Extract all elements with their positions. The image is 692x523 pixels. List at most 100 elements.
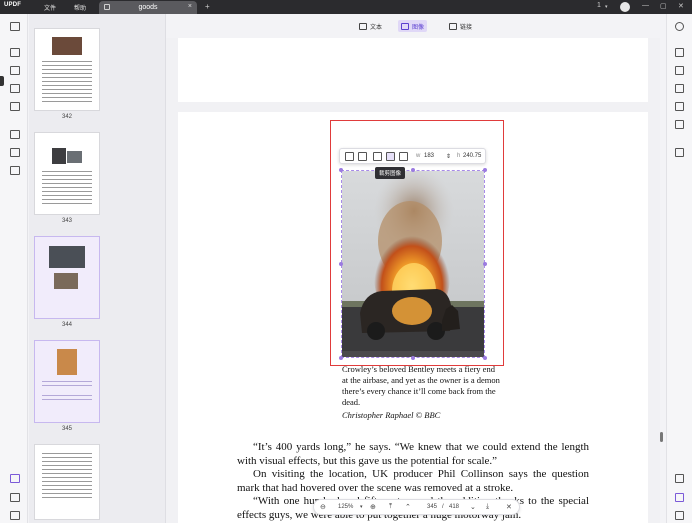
right-tool-rail: [666, 14, 692, 523]
thumbnail-page-342[interactable]: [34, 28, 100, 111]
ai-assistant-icon[interactable]: [10, 474, 20, 483]
thumbnail-page-343[interactable]: [34, 132, 100, 215]
add-image-button[interactable]: 图像: [398, 20, 428, 32]
text-label: 文本: [370, 24, 383, 31]
image-caption[interactable]: Crowley’s beloved Bentley meets a fiery …: [342, 364, 502, 408]
link-label: 链接: [460, 24, 473, 31]
minimize-icon[interactable]: —: [642, 2, 649, 9]
thumb-image: [52, 148, 66, 164]
title-bar: UPDF 文件 帮助 goods × + 1 ▾ — ▢ ✕: [0, 0, 692, 14]
next-page-icon[interactable]: ⌄: [470, 503, 476, 511]
image-toolbar: w 183 ⇕ h 240.75: [339, 148, 486, 164]
thumbnail-page-345[interactable]: [34, 340, 100, 423]
bookmark-icon[interactable]: [10, 493, 20, 502]
scrollbar-thumb[interactable]: [660, 432, 663, 442]
lock-ratio-icon[interactable]: ⇕: [446, 153, 451, 160]
thumbnail-label: 342: [61, 114, 72, 120]
share-icon[interactable]: [675, 102, 684, 111]
resize-handle-top-right[interactable]: [483, 168, 487, 172]
convert-icon[interactable]: [675, 66, 684, 75]
tab-title: goods: [138, 4, 158, 11]
extract-image-icon[interactable]: [373, 152, 382, 161]
image-credit[interactable]: Christopher Raphael © BBC: [342, 410, 440, 420]
document-icon: [104, 4, 110, 10]
sidebar-toggle-icon[interactable]: [10, 22, 20, 31]
new-tab-button[interactable]: +: [205, 2, 210, 11]
height-label: h: [457, 153, 461, 159]
width-input[interactable]: 183: [424, 153, 434, 159]
rotate-right-icon[interactable]: [358, 152, 367, 161]
protect-icon[interactable]: [675, 84, 684, 93]
resize-handle-top[interactable]: [411, 168, 415, 172]
resize-handle-bottom[interactable]: [411, 356, 415, 360]
paragraph[interactable]: “It’s 400 yards long,” he says. “We knew…: [237, 441, 589, 468]
resize-handle-left[interactable]: [339, 262, 343, 266]
text-icon: [359, 22, 367, 30]
attachment-icon[interactable]: [10, 511, 20, 520]
close-window-icon[interactable]: ✕: [678, 2, 684, 10]
image-label: 图像: [412, 24, 425, 31]
resize-handle-top-left[interactable]: [339, 168, 343, 172]
add-link-button[interactable]: 链接: [446, 20, 475, 32]
save-icon[interactable]: [675, 148, 684, 157]
current-page-input[interactable]: 345: [427, 504, 437, 510]
thumbnail-page-344[interactable]: [34, 236, 100, 319]
close-navigator-icon[interactable]: ✕: [506, 503, 512, 511]
page-navigator: ⊖ 125% ▾ ⊕ ⤒ ⌃ 345 / 418 ⌄ ⤓ ✕: [313, 499, 520, 515]
image-icon: [401, 22, 409, 30]
replace-image-icon[interactable]: [399, 152, 408, 161]
left-tool-rail: [0, 14, 28, 523]
upgrade-icon[interactable]: [675, 493, 684, 502]
form-icon[interactable]: [10, 130, 20, 139]
thumbnail-page-346[interactable]: [34, 444, 100, 520]
ocr-icon[interactable]: [10, 148, 20, 157]
resize-handle-bottom-left[interactable]: [339, 356, 343, 360]
previous-page-icon[interactable]: ⌃: [405, 503, 411, 511]
ai-icon[interactable]: [675, 474, 684, 483]
chevron-down-icon[interactable]: ▾: [605, 4, 608, 10]
feedback-icon[interactable]: [675, 511, 684, 520]
maximize-icon[interactable]: ▢: [660, 2, 667, 10]
height-input[interactable]: 240.75: [463, 153, 481, 159]
ocr-icon[interactable]: [675, 48, 684, 57]
pdf-page-previous: [178, 38, 648, 102]
edit-pdf-icon[interactable]: [10, 84, 20, 93]
avatar[interactable]: [620, 2, 630, 12]
rotate-left-icon[interactable]: [345, 152, 354, 161]
zoom-level[interactable]: 125%: [338, 504, 353, 510]
image-bounding-box[interactable]: [341, 170, 485, 358]
active-indicator: [0, 76, 4, 86]
organize-pages-icon[interactable]: [10, 102, 20, 111]
email-icon[interactable]: [675, 120, 684, 129]
add-text-button[interactable]: 文本: [356, 20, 385, 32]
zoom-out-icon[interactable]: ⊖: [320, 503, 326, 511]
last-page-icon[interactable]: ⤓: [486, 503, 489, 511]
document-tab[interactable]: goods ×: [99, 1, 197, 14]
thumb-image: [57, 349, 77, 375]
menu-help[interactable]: 帮助: [74, 3, 86, 12]
thumbnail-label: 344: [61, 322, 72, 328]
thumb-image: [52, 37, 82, 55]
resize-handle-right[interactable]: [483, 262, 487, 266]
zoom-dropdown-icon[interactable]: ▾: [360, 504, 363, 510]
page-count-indicator[interactable]: 1: [597, 2, 601, 9]
width-label: w: [416, 153, 421, 159]
comment-icon[interactable]: [10, 66, 20, 75]
edit-toolbar: 文本 图像 链接: [166, 14, 660, 38]
app-window: UPDF 文件 帮助 goods × + 1 ▾ — ▢ ✕ 342 343 3…: [0, 0, 692, 523]
link-icon: [449, 22, 457, 30]
layers-icon[interactable]: [10, 166, 20, 175]
total-pages: 418: [449, 504, 460, 510]
first-page-icon[interactable]: ⤒: [389, 503, 392, 511]
thumb-image: [49, 246, 85, 268]
close-tab-icon[interactable]: ×: [188, 3, 192, 10]
paragraph[interactable]: On visiting the location, UK producer Ph…: [237, 468, 589, 495]
thumbnail-label: 345: [61, 426, 72, 432]
menu-file[interactable]: 文件: [44, 3, 56, 12]
crop-image-icon[interactable]: [386, 152, 395, 161]
search-icon[interactable]: [675, 22, 684, 31]
resize-handle-bottom-right[interactable]: [483, 356, 487, 360]
reader-icon[interactable]: [10, 48, 20, 57]
crop-tooltip: 裁剪图像: [375, 167, 405, 179]
zoom-in-icon[interactable]: ⊕: [370, 503, 376, 511]
